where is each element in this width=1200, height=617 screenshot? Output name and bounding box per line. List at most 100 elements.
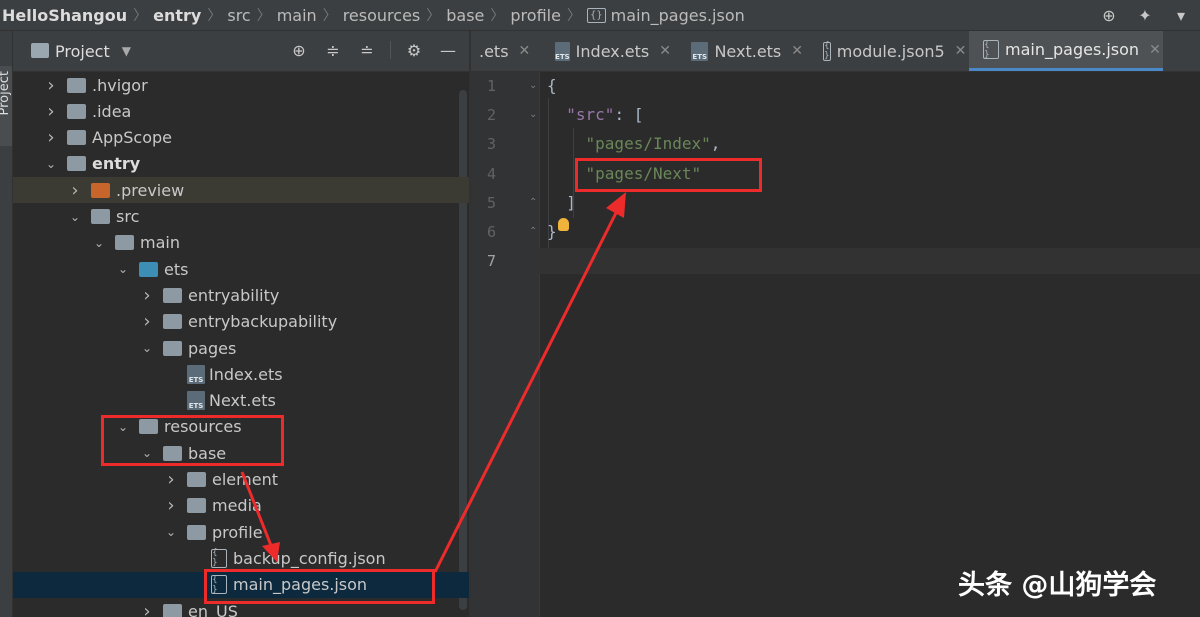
tree-item[interactable]: ETS Next.ets <box>13 388 469 414</box>
folder-icon <box>91 182 110 198</box>
tree-item-label: ets <box>164 259 189 279</box>
chevron-down-icon[interactable]: ⌄ <box>93 236 105 250</box>
tool-window-strip: Project <box>0 31 13 617</box>
close-icon[interactable]: ✕ <box>791 43 803 59</box>
breadcrumb-item[interactable]: {} main_pages.json <box>586 6 745 25</box>
collapse-all-icon[interactable]: ≐ <box>356 39 378 61</box>
ets-file-icon: ETS <box>555 41 570 61</box>
code-editor[interactable]: { "src": [ "pages/Index", "pages/Next" ]… <box>539 72 1200 617</box>
tree-item[interactable]: › media <box>13 493 469 519</box>
editor-tab[interactable]: ETS Next.ets ✕ <box>677 31 803 71</box>
editor-tab[interactable]: .ets ✕ <box>471 31 537 71</box>
fold-marker-icon[interactable]: ⌃ <box>529 197 539 208</box>
folder-icon <box>187 472 206 487</box>
minimize-icon[interactable]: — <box>437 39 459 61</box>
tree-item[interactable]: ⌄ src <box>13 204 469 230</box>
chevron-right-icon[interactable]: › <box>141 601 153 617</box>
tree-item[interactable]: › .preview <box>13 177 469 204</box>
breadcrumb-item[interactable]: base 〉 <box>446 5 510 25</box>
chevron-right-icon[interactable]: › <box>141 311 153 332</box>
chevron-down-icon[interactable]: ⌄ <box>69 210 81 224</box>
tree-item[interactable]: ⌄ main <box>13 230 469 256</box>
tree-item-label: main <box>140 233 180 253</box>
tree-item[interactable]: ⌄ pages <box>13 335 469 361</box>
breadcrumb-separator: 〉 <box>322 8 337 24</box>
line-number: 3 <box>486 135 496 154</box>
json-file-icon: {} <box>586 7 606 23</box>
annotation-box-code <box>575 158 762 192</box>
chevron-down-icon[interactable]: ⌄ <box>45 157 57 171</box>
chevron-right-icon[interactable]: › <box>69 180 81 201</box>
chevron-down-icon[interactable]: ⌄ <box>141 341 153 355</box>
json-file-icon: { } <box>211 548 227 568</box>
breadcrumb-item[interactable]: main 〉 <box>277 5 343 25</box>
tree-item-label: entryability <box>188 285 280 305</box>
more-icon[interactable]: ▾ <box>1170 4 1192 26</box>
line-number: 6 <box>486 223 496 241</box>
editor-tab[interactable]: { } main_pages.json ✕ <box>969 31 1163 71</box>
locate-icon[interactable]: ⊕ <box>288 39 310 61</box>
tree-item[interactable]: › entryability <box>13 282 469 308</box>
tree-item-label: profile <box>212 522 263 542</box>
chevron-right-icon[interactable]: › <box>45 101 57 122</box>
chevron-right-icon[interactable]: › <box>165 469 177 490</box>
code-token: "pages/Index" <box>585 134 711 154</box>
tree-item[interactable]: ⌄ ets <box>13 256 469 282</box>
code-line: "pages/Index", <box>547 134 721 154</box>
expand-all-icon[interactable]: ≑ <box>322 39 344 61</box>
fold-marker-icon[interactable]: ⌃ <box>529 226 539 237</box>
chevron-down-icon[interactable]: ⌄ <box>165 525 177 539</box>
folder-icon <box>187 524 206 540</box>
tree-item-label: media <box>212 496 262 516</box>
editor-tab[interactable]: ETS Index.ets ✕ <box>541 31 671 71</box>
breadcrumb-separator: 〉 <box>207 8 222 24</box>
line-number: 1 <box>486 77 496 95</box>
target-icon[interactable]: ⊕ <box>1098 4 1120 26</box>
chevron-right-icon[interactable]: › <box>165 495 177 516</box>
chevron-right-icon[interactable]: › <box>45 127 57 148</box>
chevron-right-icon[interactable]: › <box>141 285 153 306</box>
line-number: 4 <box>486 164 496 183</box>
chevron-down-icon[interactable]: ⌄ <box>117 262 129 276</box>
fold-marker-icon[interactable]: ⌄ <box>529 80 539 91</box>
tree-item[interactable]: { } backup_config.json <box>13 545 469 571</box>
editor-tab[interactable]: { } module.json5 ✕ <box>809 31 966 71</box>
close-icon[interactable]: ✕ <box>955 43 967 59</box>
code-token: , <box>710 134 721 154</box>
line-number: 5 <box>486 193 496 212</box>
project-tool-label[interactable]: Project <box>0 71 12 115</box>
breadcrumb-separator: 〉 <box>566 8 581 24</box>
close-icon[interactable]: ✕ <box>519 43 531 59</box>
gear-icon[interactable]: ⚙ <box>403 39 425 61</box>
tree-item[interactable]: › element <box>13 467 469 493</box>
code-line: } <box>547 222 557 241</box>
lightbulb-icon[interactable] <box>558 218 569 231</box>
tree-item[interactable]: › .hvigor <box>13 72 469 98</box>
breadcrumb-item[interactable]: HelloShangou 〉 <box>2 5 153 25</box>
annotation-box-resources <box>101 415 284 466</box>
breadcrumb-separator: 〉 <box>490 8 505 24</box>
chevron-right-icon[interactable]: › <box>45 75 57 96</box>
breadcrumb-item[interactable]: profile 〉 <box>510 5 587 25</box>
breadcrumb-item[interactable]: resources 〉 <box>343 5 447 25</box>
chevron-down-icon[interactable]: ▼ <box>122 44 131 58</box>
project-panel-title[interactable]: Project <box>55 42 110 61</box>
tree-item[interactable]: › .idea <box>13 98 469 124</box>
fold-marker-icon[interactable]: ⌄ <box>529 109 539 120</box>
bug-icon[interactable]: ✦ <box>1134 4 1156 26</box>
close-icon[interactable]: ✕ <box>1149 42 1161 58</box>
tree-item[interactable]: ⌄ profile <box>13 519 469 545</box>
code-line: { <box>547 76 557 95</box>
breadcrumb-item[interactable]: entry 〉 <box>153 5 227 25</box>
tree-item[interactable]: ETS Index.ets <box>13 361 469 387</box>
breadcrumb-label: HelloShangou <box>2 5 128 25</box>
json-file-icon: { } <box>983 40 999 60</box>
folder-icon <box>67 130 86 146</box>
tree-item[interactable]: ⌄ entry <box>13 151 469 177</box>
tree-item[interactable]: › entrybackupability <box>13 309 469 335</box>
folder-icon <box>91 209 110 224</box>
breadcrumb-item[interactable]: src 〉 <box>227 5 276 25</box>
project-panel-header: Project ▼ ⊕ ≑ ≐ ⚙ — <box>13 31 469 72</box>
close-icon[interactable]: ✕ <box>659 43 671 59</box>
tree-item[interactable]: › AppScope <box>13 125 469 151</box>
